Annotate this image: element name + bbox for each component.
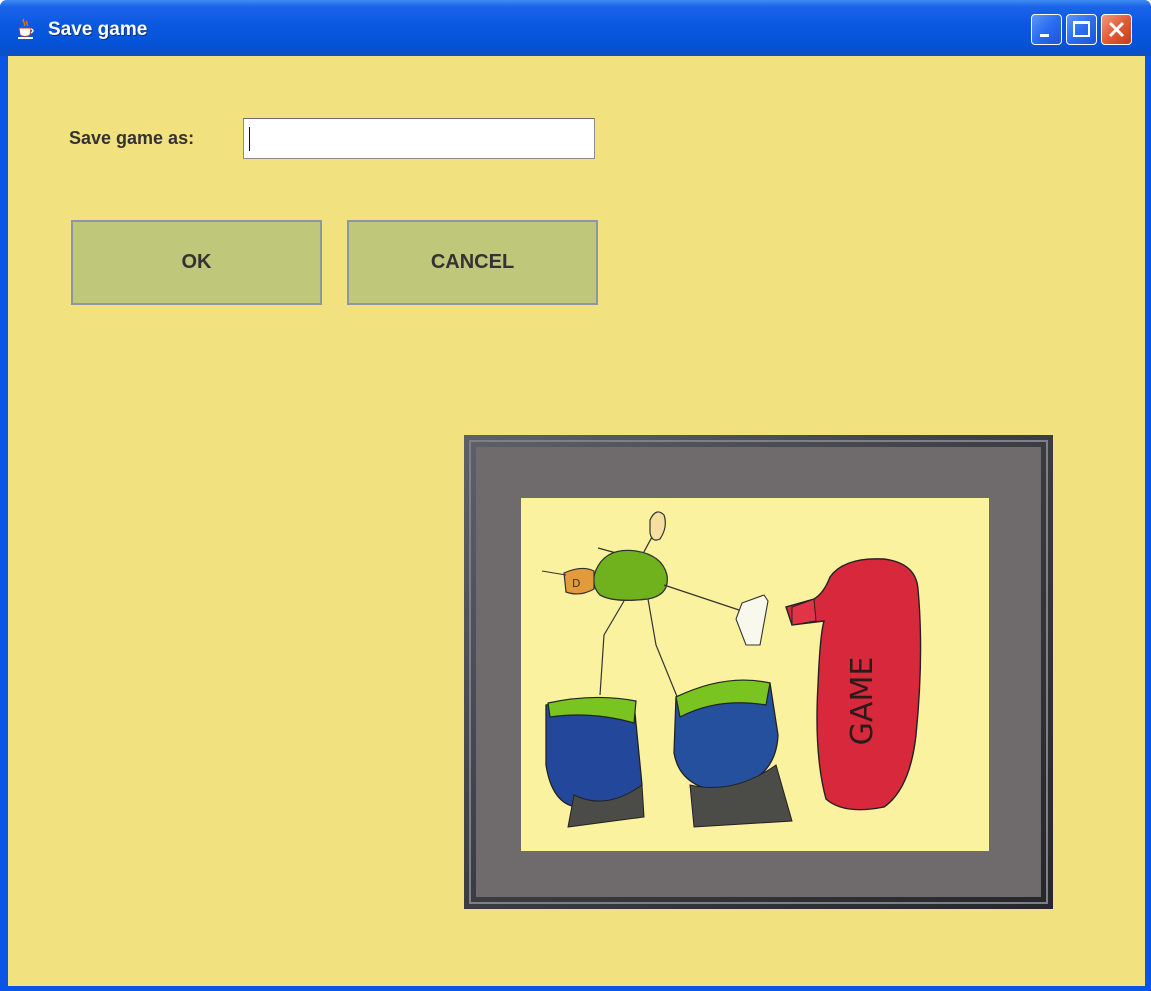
- window-title: Save game: [48, 19, 148, 40]
- svg-text:D: D: [572, 577, 580, 590]
- title-bar[interactable]: Save game: [0, 0, 1151, 56]
- save-as-label: Save game as:: [69, 128, 195, 148]
- save-game-window: Save game Save game as: OK CANCEL D GAME: [0, 0, 1151, 991]
- minimize-icon: [1040, 34, 1049, 37]
- text-caret: [249, 127, 250, 151]
- artwork-game-text: GAME: [845, 657, 880, 746]
- maximize-icon: [1073, 21, 1090, 37]
- framed-game-artwork: D GAME: [464, 435, 1053, 909]
- close-button[interactable]: [1101, 14, 1132, 45]
- minimize-button[interactable]: [1031, 14, 1062, 45]
- dialog-content: Save game as: OK CANCEL D GAME: [8, 56, 1145, 986]
- cancel-button[interactable]: CANCEL: [347, 220, 598, 305]
- java-coffee-cup-icon: [18, 18, 34, 39]
- save-name-input[interactable]: [243, 118, 595, 159]
- close-icon: [1108, 21, 1125, 38]
- maximize-button[interactable]: [1066, 14, 1097, 45]
- ok-button[interactable]: OK: [71, 220, 322, 305]
